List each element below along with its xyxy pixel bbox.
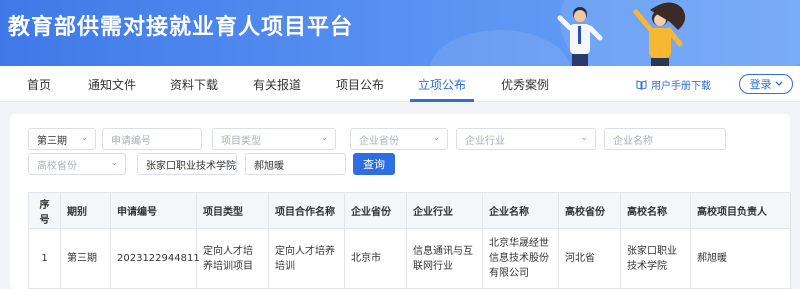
login-label: 登录 <box>749 78 772 91</box>
company-province-select[interactable]: 企业省份 ⌄ <box>350 128 448 150</box>
chevron-down-icon: ⌄ <box>432 133 440 143</box>
batch-value: 第三期 <box>37 135 67 147</box>
header-cell-company-industry: 企业行业 <box>406 192 483 229</box>
user-manual-link[interactable]: 用户手册下载 <box>636 77 711 92</box>
cell-application-no: 2023122944811 <box>110 228 200 289</box>
nav-item-approval-announcement[interactable]: 立项公布 <box>418 76 466 93</box>
cell-batch: 第三期 <box>60 228 111 289</box>
company-province-placeholder: 企业省份 <box>359 135 399 147</box>
company-name-placeholder: 企业名称 <box>613 135 653 147</box>
nav-item-excellent-cases[interactable]: 优秀案例 <box>501 76 549 93</box>
company-industry-select[interactable]: 企业行业 ⌄ <box>456 128 596 150</box>
chevron-down-icon <box>775 81 782 86</box>
company-industry-placeholder: 企业行业 <box>465 135 505 147</box>
school-province-placeholder: 高校省份 <box>37 160 77 172</box>
header-cell-cooperation-name: 项目合作名称 <box>268 192 345 229</box>
active-tab-indicator <box>410 99 474 102</box>
application-no-input[interactable]: 申请编号 <box>102 128 202 150</box>
header-cell-school-name: 高校名称 <box>620 192 691 229</box>
book-icon <box>636 79 647 90</box>
company-name-input[interactable]: 企业名称 <box>604 128 726 150</box>
school-province-select[interactable]: 高校省份 ⌄ <box>28 153 126 175</box>
header-cell-index: 序号 <box>28 192 61 229</box>
school-name-input[interactable]: 张家口职业技术学院 <box>137 153 237 175</box>
table-header-row: 序号 期别 申请编号 项目类型 项目合作名称 企业省份 企业行业 企业名称 高校… <box>28 192 791 229</box>
header-cell-application-no: 申请编号 <box>110 192 197 229</box>
leader-input[interactable]: 郝旭暖 <box>245 153 346 175</box>
nav-item-reports[interactable]: 有关报道 <box>253 76 301 93</box>
nav-item-notices[interactable]: 通知文件 <box>88 76 136 93</box>
header-cell-company-name: 企业名称 <box>482 192 559 229</box>
chevron-down-icon: ⌄ <box>320 133 328 143</box>
chevron-down-icon: ⌄ <box>110 158 118 168</box>
site-title: 教育部供需对接就业育人项目平台 <box>8 15 354 40</box>
batch-select[interactable]: 第三期 ⌄ <box>28 128 96 150</box>
nav-item-project-announcement[interactable]: 项目公布 <box>336 76 384 93</box>
project-type-select[interactable]: 项目类型 ⌄ <box>212 128 336 150</box>
chevron-down-icon: ⌄ <box>580 133 588 143</box>
cell-school-name: 张家口职业技术学院 <box>620 228 691 289</box>
table-row: 1 第三期 2023122944811 定向人才培养培训项目 定向人才培养培训 … <box>28 228 791 289</box>
header-banner: 教育部供需对接就业育人项目平台 <box>0 0 800 66</box>
header-cell-batch: 期别 <box>60 192 111 229</box>
cell-index: 1 <box>28 228 61 289</box>
login-button[interactable]: 登录 <box>739 74 793 94</box>
cell-company-industry: 信息通讯与互联网行业 <box>406 228 483 289</box>
user-manual-label: 用户手册下载 <box>651 81 711 92</box>
cell-project-type: 定向人才培养培训项目 <box>196 228 269 289</box>
header-cell-project-type: 项目类型 <box>196 192 269 229</box>
cell-company-name: 北京华晟经世信息技术股份有限公司 <box>482 228 559 289</box>
cell-school-province: 河北省 <box>558 228 621 289</box>
main-nav: 首页 通知文件 资料下载 有关报道 项目公布 立项公布 优秀案例 用户手册下载 … <box>0 66 800 102</box>
cell-leader: 郝旭暖 <box>690 228 791 289</box>
cell-company-province: 北京市 <box>344 228 407 289</box>
nav-item-home[interactable]: 首页 <box>27 76 51 93</box>
cell-cooperation-name: 定向人才培养培训 <box>268 228 345 289</box>
project-type-placeholder: 项目类型 <box>221 135 261 147</box>
chevron-down-icon: ⌄ <box>80 133 88 143</box>
leader-value: 郝旭暖 <box>254 160 284 172</box>
results-table: 序号 期别 申请编号 项目类型 项目合作名称 企业省份 企业行业 企业名称 高校… <box>28 192 791 289</box>
query-button[interactable]: 查询 <box>353 153 395 175</box>
header-cell-leader: 高校项目负责人 <box>690 192 791 229</box>
header-cell-company-province: 企业省份 <box>344 192 407 229</box>
school-name-value: 张家口职业技术学院 <box>146 160 236 172</box>
header-cell-school-province: 高校省份 <box>558 192 621 229</box>
nav-item-downloads[interactable]: 资料下载 <box>170 76 218 93</box>
people-illustration-icon <box>557 2 686 66</box>
application-no-placeholder: 申请编号 <box>111 135 151 147</box>
